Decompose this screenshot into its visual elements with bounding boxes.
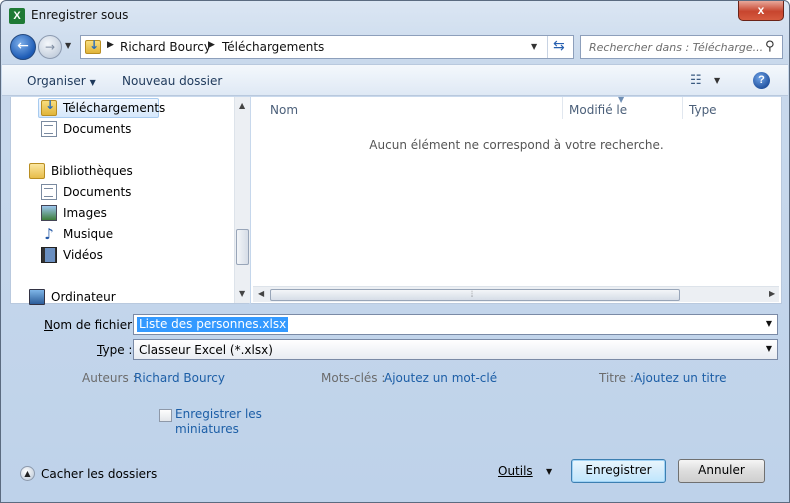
chevron-down-icon[interactable]: ▼	[531, 42, 537, 51]
type-label-text: ype :	[102, 343, 133, 357]
nav-item-libraries[interactable]: Bibliothèques	[29, 161, 133, 181]
filename-value: Liste des personnes.xlsx	[137, 317, 289, 332]
nav-item-label: Vidéos	[63, 248, 103, 262]
nav-item-label: Images	[63, 206, 107, 220]
chevron-down-icon: ▼	[89, 78, 96, 87]
chevron-right-icon[interactable]: ▶	[208, 40, 215, 50]
window-title: Enregistrer sous	[31, 8, 129, 22]
nav-item-label: Ordinateur	[51, 290, 116, 304]
column-header-name[interactable]: Nom	[270, 103, 298, 117]
nav-item-downloads[interactable]: Téléchargements	[38, 98, 165, 118]
toolbar: Organiser ▼ Nouveau dossier ☷ ▼ ?	[2, 64, 788, 96]
type-label: Type :	[97, 343, 132, 357]
save-thumbnail-checkbox[interactable]	[159, 409, 172, 422]
divider	[547, 36, 548, 58]
title-bar: X Enregistrer sous x	[1, 1, 789, 31]
images-icon	[41, 205, 57, 221]
nav-item-label: Bibliothèques	[51, 164, 133, 178]
filename-label-accesskey: N	[44, 318, 53, 332]
libraries-icon	[29, 163, 45, 179]
organize-menu[interactable]: Organiser ▼	[27, 74, 96, 88]
tools-menu[interactable]: Outils	[498, 464, 533, 478]
empty-message: Aucun élément ne correspond à votre rech…	[369, 138, 664, 152]
scroll-left-icon[interactable]: ◀	[258, 289, 264, 298]
computer-icon	[29, 289, 45, 305]
back-button[interactable]: ←	[10, 34, 36, 60]
chevron-down-icon[interactable]: ▼	[546, 467, 552, 476]
tools-label: Outils	[498, 464, 533, 478]
nav-item-label: Téléchargements	[63, 101, 166, 115]
nav-item-label: Documents	[63, 185, 132, 199]
scroll-thumb[interactable]: ⦙	[270, 289, 680, 301]
nav-item-music[interactable]: ♪ Musique	[41, 224, 113, 244]
filename-label: Nom de fichier :	[44, 318, 140, 332]
column-header-type[interactable]: Type	[689, 103, 717, 117]
tags-label: Mots-clés :	[321, 371, 386, 385]
search-placeholder: Rechercher dans : Télécharge...	[589, 41, 764, 54]
file-type-select[interactable]: Classeur Excel (*.xlsx) ▼	[133, 339, 778, 360]
downloads-folder-icon	[41, 98, 57, 116]
forward-button[interactable]: →	[38, 35, 62, 59]
nav-item-videos[interactable]: Vidéos	[41, 245, 103, 265]
file-list: Nom ▼ Modifié le Type Aucun élément ne c…	[251, 95, 782, 304]
arrow-right-icon: →	[44, 40, 56, 54]
music-icon: ♪	[44, 225, 54, 243]
authors-field[interactable]: Richard Bourcy	[134, 371, 225, 385]
scroll-thumb[interactable]	[236, 229, 249, 265]
navigation-pane: Téléchargements Documents Bibliothèques …	[10, 97, 250, 307]
nav-item-images[interactable]: Images	[41, 203, 107, 223]
nav-item-computer[interactable]: Ordinateur	[29, 287, 116, 307]
save-thumbnail-label-line1: Enregistrer les	[175, 407, 262, 421]
organize-label: Organiser	[27, 74, 86, 88]
title-field[interactable]: Ajoutez un titre	[634, 371, 727, 385]
cancel-button[interactable]: Annuler	[678, 459, 765, 483]
downloads-folder-icon	[85, 38, 101, 54]
document-icon	[41, 121, 57, 137]
recent-locations-dropdown[interactable]: ▼	[65, 41, 71, 50]
scroll-right-icon[interactable]: ▶	[769, 289, 775, 298]
close-button[interactable]: x	[738, 1, 784, 21]
save-thumbnail-label-line2: miniatures	[175, 422, 239, 436]
nav-scrollbar[interactable]: ▲ ▼	[234, 97, 250, 303]
chevron-down-icon[interactable]: ▼	[766, 319, 772, 328]
chevron-down-icon[interactable]: ▼	[714, 76, 720, 85]
save-as-dialog: X Enregistrer sous x ← → ▼ ▶ Richard Bou…	[0, 0, 790, 503]
scroll-down-icon[interactable]: ▼	[239, 289, 245, 298]
column-header-modified[interactable]: Modifié le	[569, 103, 627, 117]
chevron-down-icon[interactable]: ▼	[766, 344, 772, 353]
column-divider[interactable]	[562, 97, 563, 119]
tags-field[interactable]: Ajoutez un mot-clé	[384, 371, 497, 385]
videos-icon	[41, 247, 57, 263]
views-icon[interactable]: ☷	[690, 73, 702, 88]
search-icon[interactable]: ⚲	[765, 39, 775, 54]
save-button[interactable]: Enregistrer	[571, 459, 666, 483]
hide-folders-button[interactable]: Cacher les dossiers	[41, 467, 157, 481]
column-divider[interactable]	[682, 97, 683, 119]
filename-label-text: om de fichier :	[52, 318, 140, 332]
refresh-icon[interactable]: ⇆	[553, 38, 565, 54]
file-type-value: Classeur Excel (*.xlsx)	[139, 343, 273, 357]
authors-label: Auteurs :	[82, 371, 137, 385]
search-input[interactable]: Rechercher dans : Télécharge... ⚲	[580, 35, 783, 59]
save-thumbnail-label[interactable]: Enregistrer les miniatures	[175, 407, 262, 437]
title-label: Titre :	[599, 371, 634, 385]
chevron-right-icon[interactable]: ▶	[107, 40, 114, 50]
arrow-left-icon: ←	[17, 38, 29, 54]
document-icon	[41, 184, 57, 200]
chevron-up-icon[interactable]: ▲	[20, 466, 35, 481]
scroll-up-icon[interactable]: ▲	[239, 101, 245, 110]
address-bar[interactable]: ▶ Richard Bourcy ▶ Téléchargements ▼ ⇆	[80, 35, 574, 59]
nav-item-library-documents[interactable]: Documents	[41, 182, 131, 202]
horizontal-scrollbar[interactable]: ◀ ⦙ ▶	[253, 286, 779, 302]
breadcrumb-user[interactable]: Richard Bourcy	[120, 40, 211, 54]
nav-item-label: Musique	[63, 227, 114, 241]
help-icon[interactable]: ?	[753, 72, 770, 89]
grip-icon: ⦙	[471, 290, 474, 300]
filename-field[interactable]: Liste des personnes.xlsx ▼	[133, 314, 778, 335]
breadcrumb-downloads[interactable]: Téléchargements	[222, 40, 324, 54]
new-folder-button[interactable]: Nouveau dossier	[122, 74, 222, 88]
excel-icon: X	[9, 8, 25, 24]
nav-item-label: Documents	[63, 122, 132, 136]
nav-item-documents[interactable]: Documents	[41, 119, 131, 139]
